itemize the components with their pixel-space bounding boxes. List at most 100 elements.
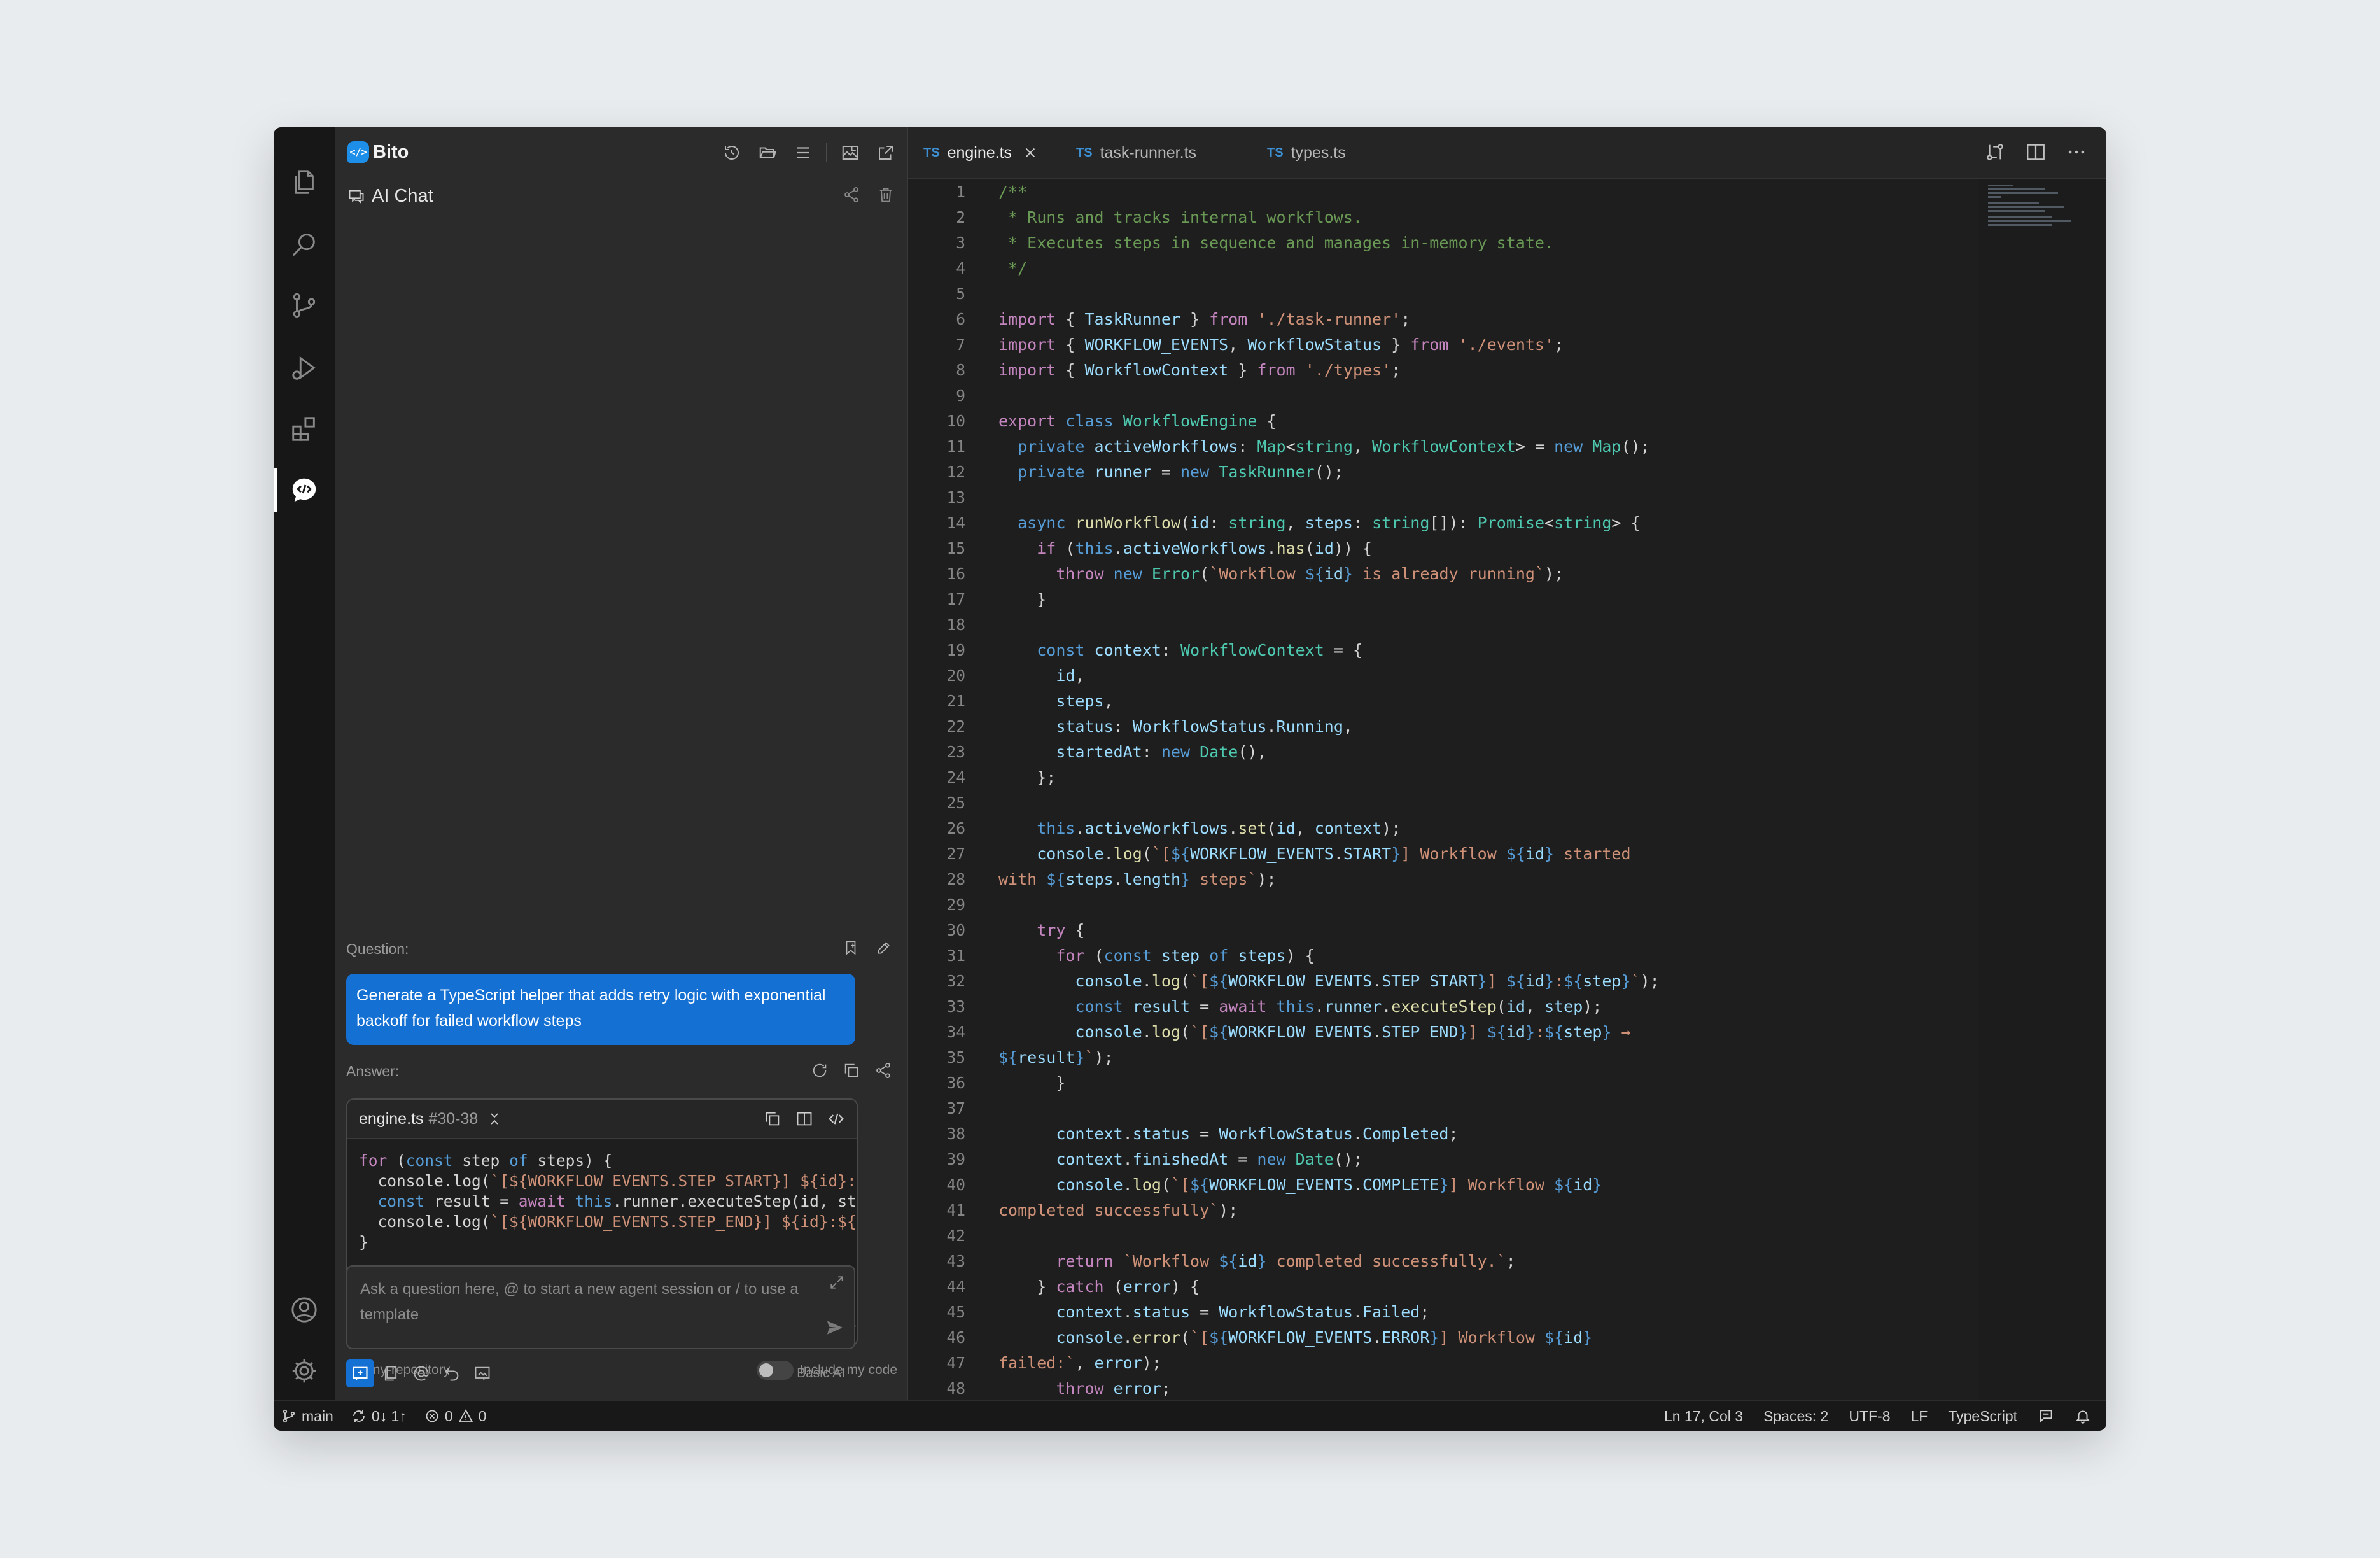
tab-label: types.ts xyxy=(1291,143,1346,162)
templates-icon[interactable] xyxy=(382,1365,400,1382)
mode-label[interactable]: Basic AI xyxy=(797,1366,845,1381)
line-number: 24 xyxy=(946,768,965,787)
line-endings[interactable]: LF xyxy=(1911,1408,1928,1425)
branch-name: main xyxy=(302,1407,333,1424)
source-control-icon[interactable] xyxy=(274,280,335,331)
feedback-icon[interactable] xyxy=(2038,1408,2054,1424)
open-external-icon[interactable] xyxy=(873,141,899,164)
bito-chat-panel: </> Bito AI Chat Question: Generate a Ty… xyxy=(335,127,908,1400)
history-icon[interactable] xyxy=(719,141,745,164)
send-icon[interactable] xyxy=(825,1317,845,1338)
account-icon[interactable] xyxy=(274,1284,335,1335)
file-encoding[interactable]: UTF-8 xyxy=(1849,1408,1890,1425)
edit-pencil-icon[interactable] xyxy=(876,939,892,956)
compare-changes-icon[interactable] xyxy=(1984,141,2006,163)
folder-open-icon[interactable] xyxy=(755,141,780,164)
split-editor-icon[interactable] xyxy=(2025,141,2047,163)
image-export-icon[interactable] xyxy=(837,141,863,164)
explorer-icon[interactable] xyxy=(274,157,335,207)
run-debug-icon[interactable] xyxy=(274,342,335,393)
share-icon[interactable] xyxy=(843,186,860,204)
line-number: 25 xyxy=(946,794,965,812)
new-session-icon[interactable] xyxy=(346,1359,374,1387)
settings-gear-icon[interactable] xyxy=(274,1345,335,1396)
sync-icon xyxy=(353,1410,365,1422)
line-number: 9 xyxy=(956,386,965,405)
tab-types-ts[interactable]: TS types.ts xyxy=(1267,127,1346,178)
chat-toolbar: Basic AI xyxy=(346,1359,855,1389)
search-icon[interactable] xyxy=(274,219,335,270)
undo-icon[interactable] xyxy=(443,1365,461,1382)
line-number: 47 xyxy=(946,1354,965,1372)
line-number: 32 xyxy=(946,972,965,990)
bito-chat-icon[interactable] xyxy=(274,465,335,516)
line-number: 29 xyxy=(946,895,965,914)
ts-file-icon: TS xyxy=(1267,145,1284,160)
expand-input-icon[interactable] xyxy=(829,1274,845,1291)
vscode-window: </> Bito AI Chat Question: Generate a Ty… xyxy=(274,127,2106,1431)
line-number: 13 xyxy=(946,488,965,507)
code-line: console.log(`[${WORKFLOW_EVENTS.STEP_STA… xyxy=(359,1172,857,1190)
line-number: 40 xyxy=(946,1176,965,1194)
cursor-position[interactable]: Ln 17, Col 3 xyxy=(1664,1408,1743,1425)
line-number: 21 xyxy=(946,692,965,710)
extensions-icon[interactable] xyxy=(274,404,335,454)
bookmark-icon[interactable] xyxy=(843,939,859,956)
screenshot-icon[interactable] xyxy=(473,1365,491,1382)
chat-input-box[interactable]: Ask a question here, @ to start a new ag… xyxy=(346,1265,855,1349)
menu-icon[interactable] xyxy=(790,141,816,164)
sync-counts: 0↓ 1↑ xyxy=(371,1407,407,1424)
tab-label: task-runner.ts xyxy=(1100,143,1197,162)
git-branch-icon xyxy=(283,1409,295,1423)
notifications-bell-icon[interactable] xyxy=(2075,1408,2091,1424)
line-number: 45 xyxy=(946,1303,965,1321)
expand-collapse-icon[interactable] xyxy=(487,1111,502,1126)
chat-title-text: AI Chat xyxy=(372,186,433,206)
status-bar: main 0↓ 1↑ 0 0 Ln 17, Col 3 Spaces: 2 UT… xyxy=(274,1400,2106,1431)
line-number: 11 xyxy=(946,437,965,456)
line-number: 16 xyxy=(946,565,965,583)
brand-name: Bito xyxy=(373,141,409,162)
line-number: 33 xyxy=(946,997,965,1016)
activity-bar xyxy=(274,127,335,1400)
tab-label: engine.ts xyxy=(947,143,1012,162)
copy-code-icon[interactable] xyxy=(764,1110,781,1128)
regenerate-icon[interactable] xyxy=(811,1062,829,1079)
editor-tabs: TS engine.ts TS task-runner.ts TS types.… xyxy=(908,127,2106,179)
trash-icon[interactable] xyxy=(877,186,895,204)
tab-task-runner-ts[interactable]: TS task-runner.ts xyxy=(1076,127,1196,178)
line-number: 36 xyxy=(946,1074,965,1092)
chat-input-placeholder: Ask a question here, @ to start a new ag… xyxy=(360,1281,799,1323)
ts-file-icon: TS xyxy=(923,145,940,160)
diff-view-icon[interactable] xyxy=(795,1110,813,1128)
share-answer-icon[interactable] xyxy=(874,1062,892,1079)
code-block-filename: engine.ts xyxy=(359,1109,424,1128)
sync-indicator[interactable]: 0↓ 1↑ xyxy=(351,1408,407,1425)
indentation[interactable]: Spaces: 2 xyxy=(1763,1408,1828,1425)
minimap[interactable] xyxy=(1979,179,2106,1400)
bito-logo: </> Bito xyxy=(347,141,409,163)
line-number: 5 xyxy=(956,284,965,303)
code-line: const result = await this.runner.execute… xyxy=(377,1192,857,1211)
copy-icon[interactable] xyxy=(843,1062,860,1079)
close-icon[interactable] xyxy=(1023,146,1037,160)
language-mode[interactable]: TypeScript xyxy=(1948,1408,2017,1425)
tab-engine-ts[interactable]: TS engine.ts xyxy=(923,127,1037,178)
bito-logo-mark: </> xyxy=(347,141,369,163)
editor-code[interactable]: /** * Runs and tracks internal workflows… xyxy=(998,179,2017,1401)
more-actions-icon[interactable] xyxy=(2066,141,2087,163)
line-number: 26 xyxy=(946,819,965,838)
line-number: 18 xyxy=(946,615,965,634)
insert-code-icon[interactable] xyxy=(827,1110,845,1128)
branch-indicator[interactable]: main xyxy=(281,1408,333,1425)
question-label: Question: xyxy=(346,941,409,957)
line-number: 4 xyxy=(956,259,965,277)
line-number: 20 xyxy=(946,666,965,685)
problems-indicator[interactable]: 0 0 xyxy=(424,1408,486,1425)
line-number: 19 xyxy=(946,641,965,659)
line-number: 10 xyxy=(946,412,965,430)
mention-icon[interactable] xyxy=(412,1365,430,1382)
ts-file-icon: TS xyxy=(1076,145,1093,160)
code-line: console.log(`[${WORKFLOW_EVENTS.STEP_END… xyxy=(359,1212,857,1231)
line-number: 48 xyxy=(946,1379,965,1398)
